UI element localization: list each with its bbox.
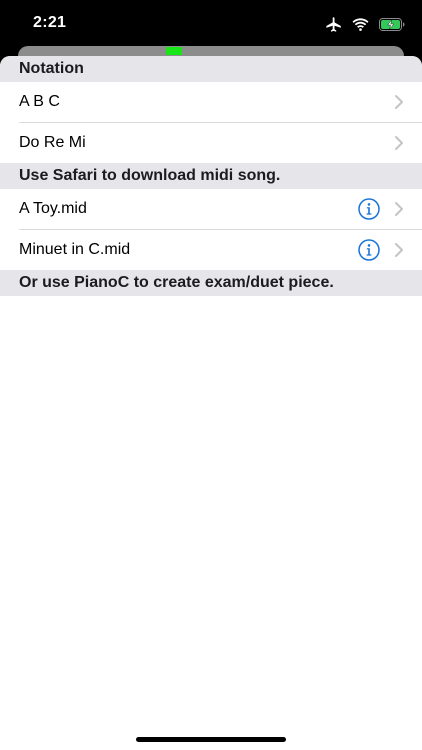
list-item-do-re-mi[interactable]: Do Re Mi bbox=[0, 122, 422, 163]
list-item-minuet[interactable]: Minuet in C.mid bbox=[0, 229, 422, 270]
list-item-a-toy[interactable]: A Toy.mid bbox=[0, 189, 422, 229]
status-time: 2:21 bbox=[33, 14, 67, 31]
chevron-right-icon bbox=[395, 242, 403, 257]
status-icons bbox=[324, 16, 406, 32]
home-indicator bbox=[136, 737, 286, 742]
list-item-abc[interactable]: A B C bbox=[0, 82, 422, 122]
battery-charging-icon bbox=[379, 17, 406, 31]
chevron-right-icon bbox=[395, 95, 403, 109]
section-header-notation: Notation bbox=[0, 56, 422, 82]
chevron-right-icon bbox=[395, 135, 403, 150]
status-bar: 2:21 bbox=[0, 0, 422, 50]
info-icon[interactable] bbox=[358, 238, 380, 261]
airplane-icon bbox=[324, 16, 342, 32]
list-item-label: Minuet in C.mid bbox=[19, 240, 131, 258]
section-header-pianoc: Or use PianoC to create exam/duet piece. bbox=[0, 270, 422, 296]
info-icon[interactable] bbox=[358, 198, 380, 220]
chevron-right-icon bbox=[395, 202, 403, 216]
section-header-safari: Use Safari to download midi song. bbox=[0, 163, 422, 189]
list-item-label: Do Re Mi bbox=[19, 133, 86, 151]
list-item-label: A B C bbox=[19, 93, 60, 110]
progress-indicator bbox=[166, 47, 182, 55]
list-item-label: A Toy.mid bbox=[19, 200, 87, 217]
wifi-icon bbox=[352, 17, 369, 31]
song-list-sheet: Notation A B C Do Re Mi Use Safari to do… bbox=[0, 56, 422, 750]
